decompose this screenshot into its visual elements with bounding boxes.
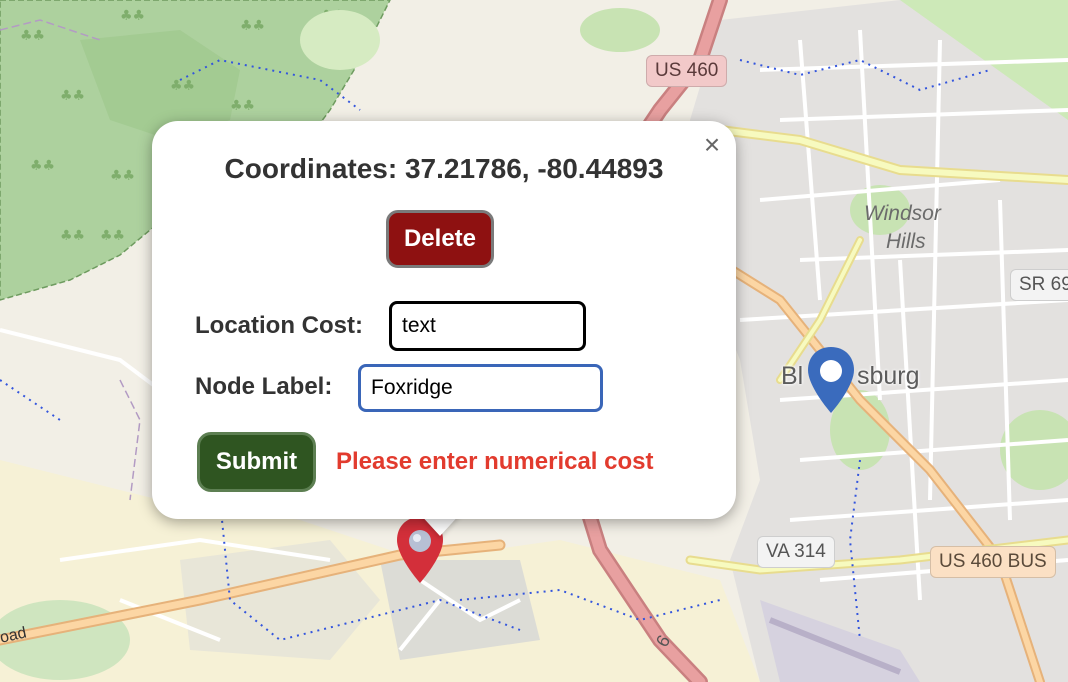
route-shield-va314: VA 314	[757, 536, 835, 568]
route-shield-us460: US 460	[646, 55, 728, 87]
svg-text:♣♣: ♣♣	[60, 228, 85, 244]
svg-text:♣♣: ♣♣	[20, 28, 45, 44]
node-label-input[interactable]	[358, 364, 603, 412]
location-cost-input[interactable]	[389, 301, 586, 351]
svg-text:♣♣: ♣♣	[120, 8, 145, 24]
delete-button[interactable]: Delete	[386, 210, 494, 268]
blue-map-marker[interactable]	[804, 345, 858, 417]
error-message: Please enter numerical cost	[336, 448, 654, 475]
svg-text:♣♣: ♣♣	[170, 78, 195, 94]
location-cost-label: Location Cost:	[195, 312, 363, 339]
svg-text:♣♣: ♣♣	[60, 88, 85, 104]
town-label-suffix: sburg	[857, 362, 920, 390]
route-shield-sr: SR 69	[1010, 269, 1068, 301]
coordinates-heading: Coordinates: 37.21786, -80.44893	[224, 153, 664, 184]
route-shield-us460-bus: US 460 BUS	[930, 546, 1056, 578]
submit-button[interactable]: Submit	[197, 432, 316, 492]
map-view[interactable]: ♣♣♣♣♣♣ ♣♣♣♣♣♣ ♣♣♣♣♣♣ ♣♣♣♣	[0, 0, 1068, 682]
svg-text:♣♣: ♣♣	[230, 98, 255, 114]
svg-text:♣♣: ♣♣	[240, 18, 265, 34]
svg-text:♣♣: ♣♣	[100, 228, 125, 244]
svg-text:♣♣: ♣♣	[30, 158, 55, 174]
node-popup: × Coordinates: 37.21786, -80.44893 Delet…	[152, 121, 736, 519]
svg-text:♣♣: ♣♣	[110, 168, 135, 184]
node-label-label: Node Label:	[195, 373, 333, 400]
town-label-prefix: Bl	[781, 362, 804, 390]
